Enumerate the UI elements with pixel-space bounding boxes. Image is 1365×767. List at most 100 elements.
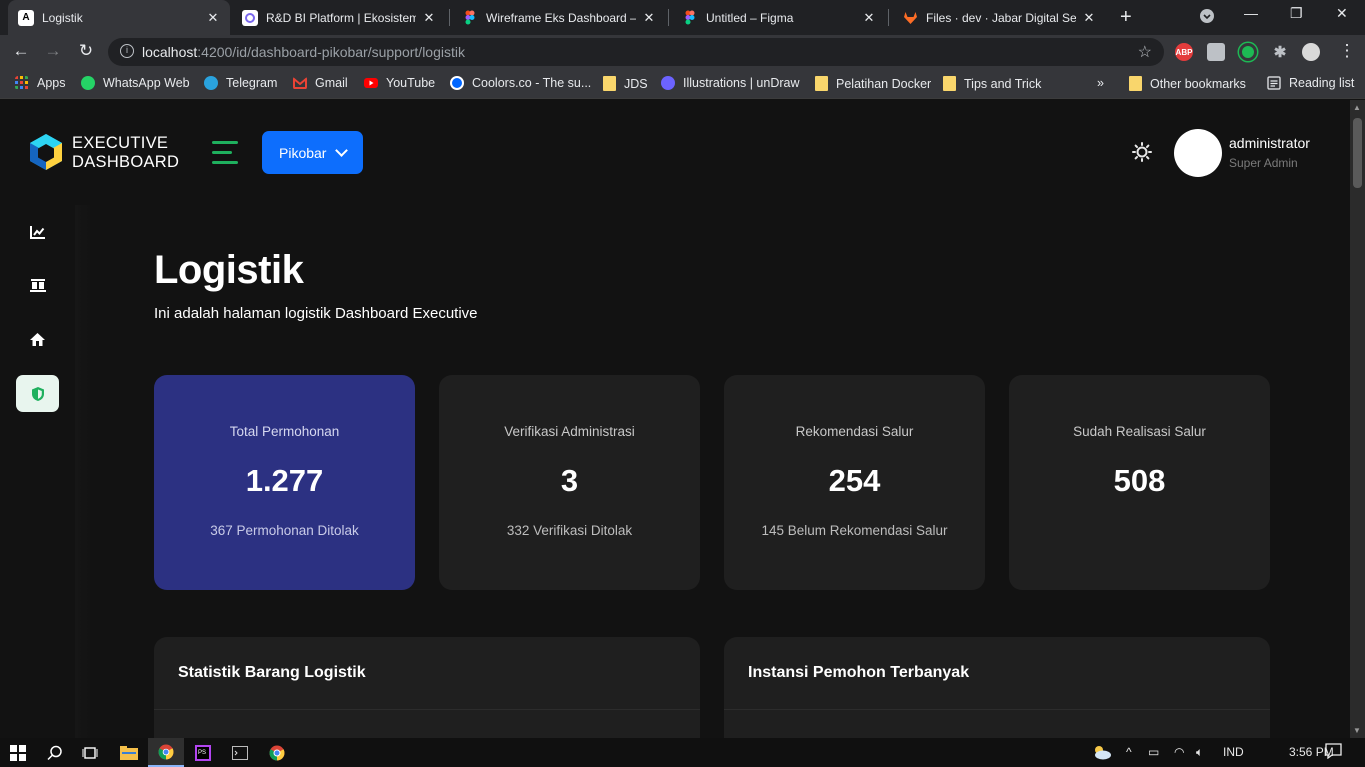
extension-record-icon[interactable] (1239, 43, 1257, 61)
bookmark-telegram[interactable]: Telegram (204, 76, 277, 90)
stat-card-note: 332 Verifikasi Ditolak (506, 523, 633, 538)
bookmark-apps[interactable]: Apps (15, 76, 66, 90)
stat-card-label: Rekomendasi Salur (795, 424, 914, 439)
bookmark-whatsapp[interactable]: WhatsApp Web (81, 76, 190, 90)
stat-card-note: 145 Belum Rekomendasi Salur (761, 523, 948, 538)
browser-tab-untitled[interactable]: Untitled – Figma ✕ (672, 0, 886, 35)
close-tab-icon[interactable]: ✕ (1082, 10, 1096, 26)
tab-title: Logistik (42, 10, 83, 25)
scroll-up-icon[interactable]: ▲ (1353, 103, 1361, 112)
url-text[interactable]: localhost:4200/id/dashboard-pikobar/supp… (142, 44, 465, 60)
browser-menu-icon[interactable]: ⋮ (1336, 41, 1358, 61)
panel-divider (724, 709, 1270, 710)
panel-divider (154, 709, 700, 710)
chrome-dev-icon[interactable] (259, 738, 295, 767)
browser-tab-wireframe[interactable]: Wireframe Eks Dashboard – Figma ✕ (452, 0, 666, 35)
windows-start-icon[interactable] (0, 738, 36, 767)
bookmarks-bar: Apps WhatsApp Web Telegram Gmail YouTube… (0, 69, 1365, 99)
sidebar-item-home[interactable] (16, 321, 59, 358)
bookmark-coolors[interactable]: Coolors.co - The su... (450, 76, 591, 90)
telegram-icon (204, 76, 218, 90)
page-scrollbar[interactable]: ▲ ▼ (1350, 100, 1365, 738)
profile-avatar-icon[interactable] (1302, 43, 1320, 61)
browser-tab-files[interactable]: Files · dev · Jabar Digital Service ✕ (892, 0, 1106, 35)
browser-tab-strip: A Logistik ✕ R&D BI Platform | Ekosistem… (0, 0, 1365, 35)
address-bar[interactable]: i localhost:4200/id/dashboard-pikobar/su… (108, 38, 1164, 66)
tab-title: Wireframe Eks Dashboard – Figma (486, 10, 636, 25)
bookmarks-overflow-button[interactable]: » (1097, 76, 1104, 90)
tab-search-icon[interactable] (1199, 8, 1215, 27)
new-tab-icon[interactable]: + (1120, 6, 1132, 29)
browser-tab-logistik[interactable]: A Logistik ✕ (8, 0, 230, 35)
reading-list[interactable]: Reading list (1267, 76, 1354, 90)
bookmark-gmail[interactable]: Gmail (293, 76, 348, 90)
figma-icon (462, 10, 478, 26)
coolors-icon (450, 76, 464, 90)
notification-center-icon[interactable] (1325, 743, 1342, 762)
stat-card-value: 508 (1113, 463, 1166, 498)
reload-icon[interactable]: ↻ (75, 41, 97, 61)
sidebar-divider (75, 205, 93, 738)
stat-card-sudah-realisasi-salur[interactable]: Sudah Realisasi Salur 508 (1009, 375, 1270, 590)
adblock-plus-icon[interactable]: ABP (1175, 43, 1193, 61)
sidebar-item-logistik[interactable] (16, 375, 59, 412)
dashboard-select-dropdown[interactable]: Pikobar (262, 131, 363, 174)
close-tab-icon[interactable]: ✕ (422, 10, 436, 26)
user-avatar[interactable] (1174, 129, 1222, 177)
bookmark-youtube[interactable]: YouTube (364, 76, 435, 90)
minimize-icon[interactable]: — (1244, 5, 1258, 21)
weather-cloud-icon[interactable] (1092, 744, 1112, 763)
wifi-icon[interactable]: ◠ (1174, 745, 1184, 759)
site-info-icon[interactable]: i (120, 44, 134, 58)
close-tab-icon[interactable]: ✕ (206, 10, 220, 26)
bookmark-folder-tips[interactable]: Tips and Trick (943, 76, 1041, 91)
other-bookmarks[interactable]: Other bookmarks (1129, 76, 1246, 91)
gitlab-icon (902, 10, 918, 26)
stat-card-total-permohonan[interactable]: Total Permohonan 1.277 367 Permohonan Di… (154, 375, 415, 590)
tab-title: Files · dev · Jabar Digital Service (926, 10, 1076, 25)
phpstorm-icon[interactable]: PS (185, 738, 221, 767)
stat-card-rekomendasi-salur[interactable]: Rekomendasi Salur 254 145 Belum Rekomend… (724, 375, 985, 590)
clickup-icon (242, 9, 258, 26)
close-tab-icon[interactable]: ✕ (642, 10, 656, 26)
show-hidden-icons-chevron-icon[interactable]: ^ (1126, 745, 1132, 759)
terminal-icon[interactable] (222, 738, 258, 767)
svg-text:PS: PS (198, 750, 206, 756)
theme-toggle-sun-icon[interactable] (1131, 141, 1153, 163)
home-icon (30, 333, 45, 346)
battery-icon[interactable]: ▭ (1148, 745, 1159, 759)
close-tab-icon[interactable]: ✕ (862, 10, 876, 26)
gmail-icon (293, 76, 307, 89)
file-explorer-icon[interactable] (111, 738, 147, 767)
chrome-taskbar-icon[interactable] (148, 738, 184, 767)
volume-icon[interactable]: 🔈︎ (1196, 745, 1203, 760)
scrollbar-thumb[interactable] (1353, 118, 1362, 188)
sidebar-item-statistics[interactable] (16, 213, 59, 250)
restore-icon[interactable]: ❐ (1290, 5, 1303, 22)
sidebar-toggle-menu-icon[interactable] (212, 141, 238, 165)
user-role: Super Admin (1229, 156, 1298, 170)
app-viewport: EXECUTIVE DASHBOARD Pikobar administrato… (0, 100, 1350, 738)
search-icon[interactable] (37, 738, 73, 767)
sidebar-item-hospital[interactable] (16, 267, 59, 304)
task-view-icon[interactable] (72, 738, 108, 767)
forward-icon[interactable]: → (42, 41, 64, 61)
extensions-puzzle-icon[interactable]: ✱ (1271, 43, 1289, 61)
user-name[interactable]: administrator (1229, 135, 1310, 151)
bookmark-folder-docker[interactable]: Pelatihan Docker (815, 76, 931, 91)
brand-title: EXECUTIVE DASHBOARD (72, 134, 180, 171)
bookmark-undraw[interactable]: Illustrations | unDraw (661, 76, 800, 90)
folder-icon (603, 76, 616, 91)
language-indicator[interactable]: IND (1223, 745, 1244, 759)
close-window-icon[interactable]: ✕ (1336, 5, 1348, 22)
camera-icon[interactable] (1207, 43, 1225, 61)
dropdown-label: Pikobar (279, 144, 327, 161)
stat-card-verifikasi-administrasi[interactable]: Verifikasi Administrasi 3 332 Verifikasi… (439, 375, 700, 590)
bookmark-folder-jds[interactable]: JDS (603, 76, 648, 91)
folder-icon (815, 76, 828, 91)
browser-tab-rnd-bi[interactable]: R&D BI Platform | Ekosistem Data Jabar ✕ (232, 0, 446, 35)
tab-title: Untitled – Figma (706, 10, 794, 25)
back-icon[interactable]: ← (10, 41, 32, 61)
scroll-down-icon[interactable]: ▼ (1353, 726, 1361, 735)
bookmark-star-icon[interactable]: ☆ (1138, 42, 1152, 62)
